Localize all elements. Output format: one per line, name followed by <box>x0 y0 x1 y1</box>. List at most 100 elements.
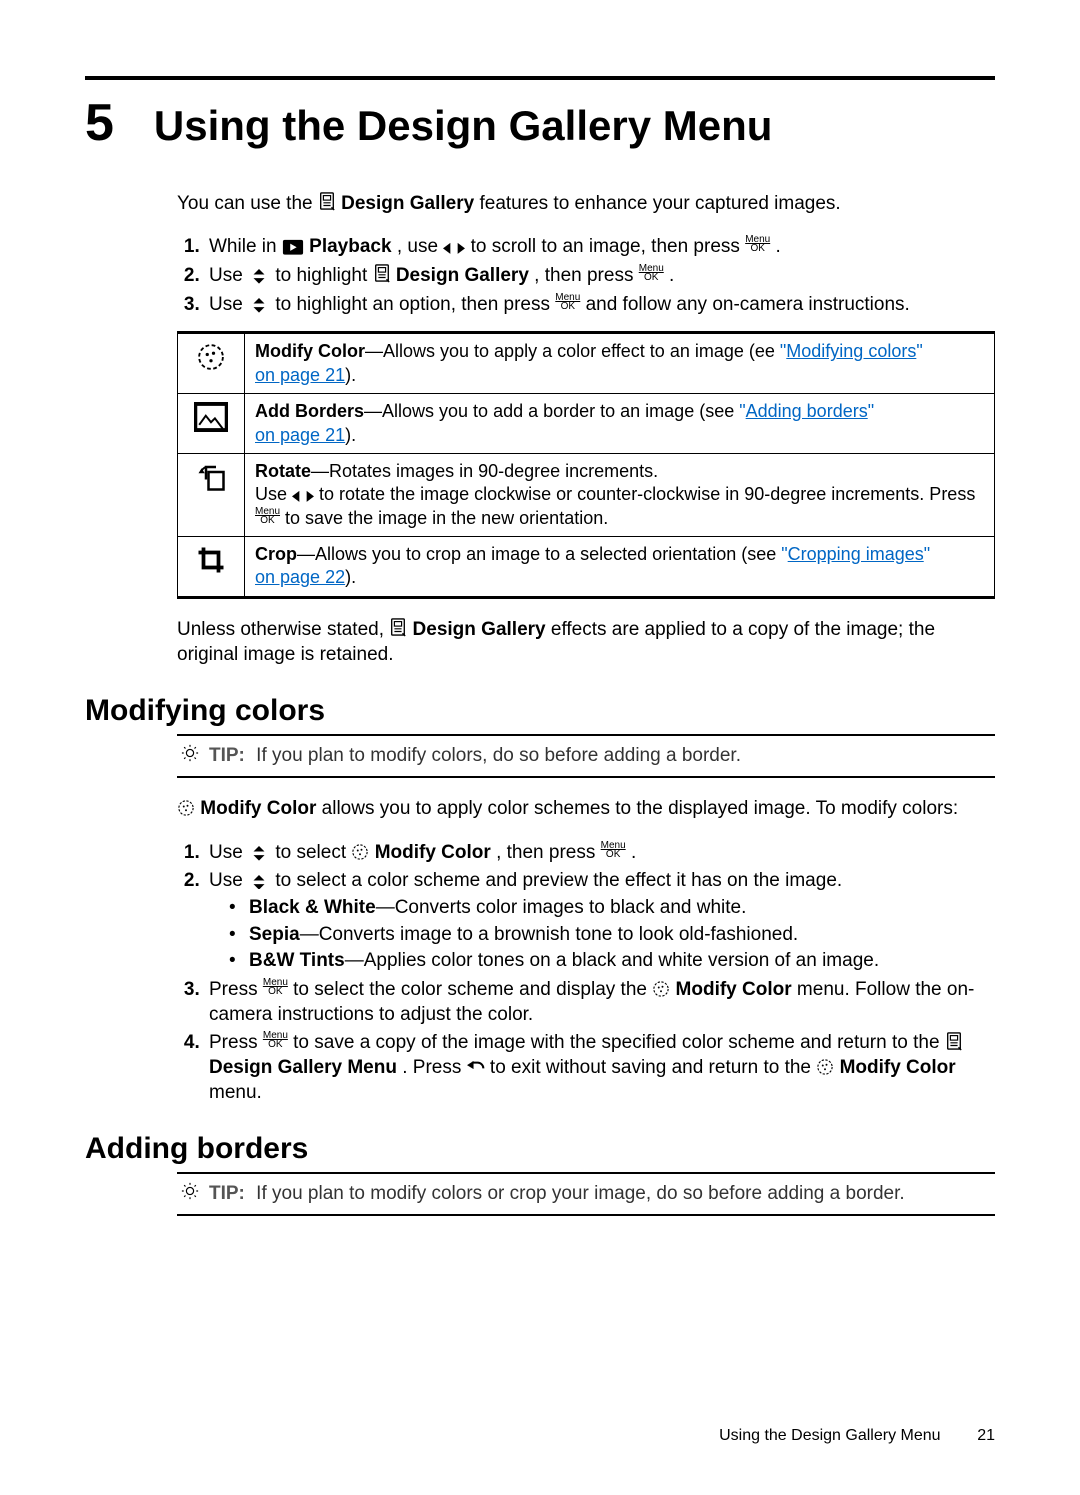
text-bold: Modify Color <box>200 798 316 819</box>
text: —Applies color tones on a black and whit… <box>345 950 879 971</box>
modify-color-icon <box>816 1058 834 1076</box>
up-down-arrows-icon <box>248 872 270 890</box>
text: to rotate the image clockwise or counter… <box>319 484 975 504</box>
table-cell: Crop—Allows you to crop an image to a se… <box>245 537 995 598</box>
table-cell: Add Borders—Allows you to add a border t… <box>245 394 995 454</box>
text-bold: Modify Color <box>676 979 792 1000</box>
menu-ok-icon: MenuOK <box>555 293 580 311</box>
intro-paragraph: You can use the Design Gallery features … <box>177 192 995 217</box>
left-right-arrows-icon <box>292 486 314 504</box>
text: to highlight an option, then press <box>275 294 555 315</box>
modify-color-icon <box>177 799 195 817</box>
design-gallery-icon <box>318 192 336 210</box>
page-link[interactable]: on page 22 <box>255 567 345 587</box>
text-bold: Design Gallery <box>341 193 474 214</box>
page-number: 21 <box>945 1426 995 1447</box>
list-item: Press MenuOK to select the color scheme … <box>205 978 995 1027</box>
text-bold: Sepia <box>249 924 300 945</box>
text-bold: Modify Color <box>375 842 491 863</box>
text: menu. <box>209 1082 262 1103</box>
text: , then press <box>496 842 601 863</box>
text-bold: Black & White <box>249 897 376 918</box>
text: to save the image in the new orientation… <box>285 508 608 528</box>
text: ). <box>345 425 356 445</box>
list-item: Sepia—Converts image to a brownish tone … <box>249 923 995 948</box>
menu-ok-icon: MenuOK <box>639 264 664 282</box>
up-down-arrows-icon <box>248 296 270 314</box>
chapter-top-rule <box>85 76 995 80</box>
chapter-header: 5 Using the Design Gallery Menu <box>85 90 995 158</box>
menu-ok-icon: MenuOK <box>255 507 280 525</box>
modify-color-icon <box>652 980 670 998</box>
tip-row: TIP: If you plan to modify colors or cro… <box>177 1182 995 1208</box>
adding-borders-link[interactable]: Adding borders <box>746 401 868 421</box>
text-bold: Modify Color <box>840 1057 956 1078</box>
table-row: Add Borders—Allows you to add a border t… <box>178 394 995 454</box>
modifying-colors-link[interactable]: Modifying colors <box>786 341 916 361</box>
list-item: Use to highlight Design Gallery , then p… <box>205 264 995 289</box>
text: features to enhance your captured images… <box>479 193 840 214</box>
back-icon <box>467 1059 485 1077</box>
text: — <box>311 461 329 481</box>
section-borders-body: TIP: If you plan to modify colors or cro… <box>177 1172 995 1216</box>
rotate-cell-icon <box>178 453 245 536</box>
section-modify-body: TIP: If you plan to modify colors, do so… <box>177 734 995 1105</box>
modify-steps-list: Use to select Modify Color , then press … <box>177 841 995 1106</box>
text: , use <box>397 236 443 257</box>
text: . Press <box>402 1057 466 1078</box>
section-rule <box>177 734 995 736</box>
text: You can use the <box>177 193 318 214</box>
tip-label: TIP: <box>209 1183 245 1204</box>
text: Press <box>209 1032 263 1053</box>
table-cell: Modify Color—Allows you to apply a color… <box>245 333 995 394</box>
text: and follow any on-camera instructions. <box>586 294 910 315</box>
cropping-images-link[interactable]: Cropping images <box>788 544 924 564</box>
text: " <box>924 544 930 564</box>
tip-text: If you plan to modify colors, do so befo… <box>256 745 741 766</box>
tip-icon <box>181 744 199 770</box>
text: Use <box>209 265 248 286</box>
add-borders-cell-icon <box>178 394 245 454</box>
top-steps-list: While in Playback , use to scroll to an … <box>177 235 995 317</box>
text: to highlight <box>275 265 372 286</box>
feature-table: Modify Color—Allows you to apply a color… <box>177 331 995 599</box>
text: While in <box>209 236 282 257</box>
text: Allows you to crop an image to a selecte… <box>315 544 781 564</box>
list-item: Press MenuOK to save a copy of the image… <box>205 1031 995 1105</box>
menu-ok-icon: MenuOK <box>745 235 770 253</box>
text: to select the color scheme and display t… <box>293 979 652 1000</box>
intro-block: You can use the Design Gallery features … <box>177 192 995 668</box>
page-link[interactable]: on page 21 <box>255 365 345 385</box>
footer-text: Using the Design Gallery Menu <box>719 1427 940 1444</box>
section-rule <box>177 776 995 778</box>
design-gallery-icon <box>373 264 391 282</box>
table-row: Rotate—Rotates images in 90-degree incre… <box>178 453 995 536</box>
table-cell: Rotate—Rotates images in 90-degree incre… <box>245 453 995 536</box>
text: Press <box>209 979 263 1000</box>
up-down-arrows-icon <box>248 267 270 285</box>
text: allows you to apply color schemes to the… <box>322 798 958 819</box>
text-bold: Crop <box>255 544 297 564</box>
text: ). <box>345 365 356 385</box>
design-gallery-icon <box>389 618 407 636</box>
note-after-table: Unless otherwise stated, Design Gallery … <box>177 618 995 667</box>
list-item: Black & White—Converts color images to b… <box>249 896 995 921</box>
text: Use <box>209 870 248 891</box>
section-rule <box>177 1214 995 1216</box>
text: —Converts image to a brownish tone to lo… <box>300 924 799 945</box>
text: Use <box>209 842 248 863</box>
text: Use <box>209 294 248 315</box>
crop-cell-icon <box>178 537 245 598</box>
chapter-title: Using the Design Gallery Menu <box>154 99 772 154</box>
text: ). <box>345 567 356 587</box>
text: . <box>631 842 636 863</box>
text-bold: Design Gallery <box>396 265 529 286</box>
page-footer: Using the Design Gallery Menu 21 <box>0 1426 995 1447</box>
modify-color-icon <box>351 843 369 861</box>
page-link[interactable]: on page 21 <box>255 425 345 445</box>
tip-text: If you plan to modify colors or crop you… <box>256 1183 904 1204</box>
modify-intro: Modify Color allows you to apply color s… <box>177 797 995 822</box>
modify-color-cell-icon <box>178 333 245 394</box>
list-item: Use to select a color scheme and preview… <box>205 869 995 974</box>
text: . <box>775 236 780 257</box>
